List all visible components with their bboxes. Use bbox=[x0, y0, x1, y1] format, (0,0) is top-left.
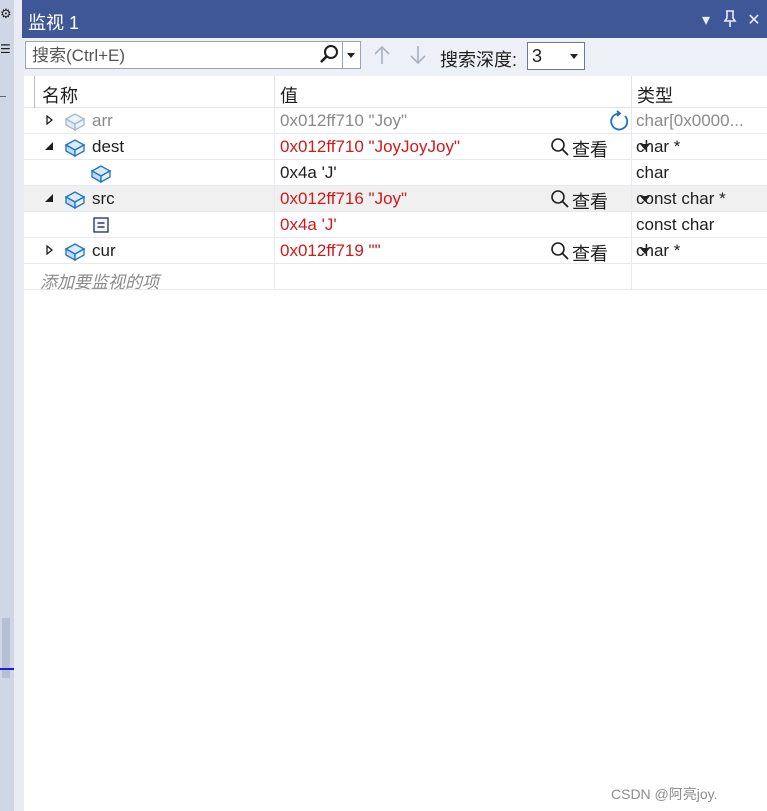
search-next-button[interactable] bbox=[407, 44, 429, 68]
view-button-label: 查看 bbox=[572, 140, 608, 160]
cell-divider bbox=[274, 160, 275, 185]
row-value[interactable]: 0x4a 'J' bbox=[280, 163, 337, 183]
row-type: char[0x0000... bbox=[636, 111, 744, 130]
row-type: char * bbox=[636, 241, 681, 260]
watch-row[interactable]: arr 0x012ff710 "Joy" char[0x0000... bbox=[24, 108, 767, 134]
search-depth-select[interactable]: 3 bbox=[527, 42, 585, 70]
row-value[interactable]: 0x012ff710 "JoyJoyJoy" bbox=[280, 137, 460, 157]
column-header-name[interactable]: 名称 bbox=[42, 82, 78, 108]
search-icon[interactable] bbox=[318, 44, 340, 66]
add-watch-placeholder[interactable]: 添加要监视的项 bbox=[40, 268, 159, 293]
watch-row[interactable]: 0x4a 'J' char bbox=[24, 160, 767, 186]
row-value[interactable]: 0x012ff716 "Joy" bbox=[280, 189, 407, 209]
variable-icon bbox=[64, 113, 86, 131]
cell-divider bbox=[274, 264, 275, 289]
window-menu-dropdown-icon[interactable]: ▾ bbox=[696, 10, 716, 30]
title-bar: 监视 1 ▾ ✕ bbox=[22, 0, 767, 38]
collapse-arrow-icon[interactable] bbox=[44, 141, 54, 151]
cell-divider bbox=[274, 212, 275, 237]
variable-icon bbox=[64, 243, 86, 261]
watch-row[interactable]: 0x4a 'J' const char bbox=[24, 212, 767, 238]
row-name: src bbox=[92, 189, 115, 208]
row-value[interactable]: 0x012ff710 "Joy" bbox=[280, 111, 407, 131]
view-button-label: 查看 bbox=[572, 244, 608, 264]
row-type: char bbox=[636, 163, 670, 182]
cell-divider bbox=[631, 134, 632, 159]
left-dock-strip: ⚙ ☰ bbox=[0, 0, 14, 811]
refresh-icon[interactable] bbox=[608, 110, 630, 132]
watch-row[interactable]: cur 0x012ff719 "" 查看 char * bbox=[24, 238, 767, 264]
header-edge bbox=[34, 76, 39, 108]
watermark: CSDN @阿亮joy. bbox=[611, 786, 718, 802]
cell-divider bbox=[274, 134, 275, 159]
expand-arrow-icon[interactable] bbox=[44, 115, 54, 125]
row-type: const char * bbox=[636, 189, 726, 208]
dock-marker bbox=[0, 96, 6, 97]
cell-divider bbox=[274, 186, 275, 211]
variable-icon bbox=[64, 191, 86, 209]
cell-divider bbox=[631, 108, 632, 133]
row-value[interactable]: 0x012ff719 "" bbox=[280, 241, 381, 261]
search-options-dropdown[interactable] bbox=[343, 41, 361, 69]
expand-arrow-icon[interactable] bbox=[44, 245, 54, 255]
search-box bbox=[25, 41, 343, 69]
cell-divider bbox=[274, 238, 275, 263]
search-depth-value: 3 bbox=[532, 46, 543, 66]
close-icon[interactable]: ✕ bbox=[744, 10, 764, 30]
column-divider[interactable] bbox=[274, 76, 275, 108]
cell-divider bbox=[631, 212, 632, 237]
magnifier-icon bbox=[551, 190, 569, 208]
watch-window: 监视 1 ▾ ✕ 搜索深度: 3 名称 bbox=[22, 0, 767, 811]
menu-lines-icon[interactable]: ☰ bbox=[0, 42, 11, 56]
window-title: 监视 1 bbox=[28, 13, 80, 33]
row-type: const char bbox=[636, 215, 715, 234]
chevron-down-icon bbox=[347, 53, 355, 58]
column-header-type[interactable]: 类型 bbox=[637, 82, 673, 108]
watch-grid: arr 0x012ff710 "Joy" char[0x0000... dest… bbox=[24, 108, 767, 293]
row-value[interactable]: 0x4a 'J' bbox=[280, 215, 337, 235]
search-depth-label: 搜索深度: bbox=[440, 50, 518, 70]
field-icon bbox=[93, 217, 109, 233]
row-name: dest bbox=[92, 137, 125, 156]
watch-toolbar: 搜索深度: 3 bbox=[24, 38, 767, 76]
view-button-label: 查看 bbox=[572, 192, 608, 212]
cell-divider bbox=[274, 108, 275, 133]
search-previous-button[interactable] bbox=[371, 44, 393, 68]
add-watch-row[interactable]: 添加要监视的项 bbox=[24, 264, 767, 293]
variable-icon bbox=[64, 139, 86, 157]
dock-accent-line bbox=[0, 668, 14, 670]
cell-divider bbox=[631, 186, 632, 211]
row-name: arr bbox=[92, 111, 113, 130]
watch-row[interactable]: src 0x012ff716 "Joy" 查看 const char * bbox=[24, 186, 767, 212]
gear-icon[interactable]: ⚙ bbox=[0, 6, 12, 22]
collapse-arrow-icon[interactable] bbox=[44, 193, 54, 203]
magnifier-icon bbox=[551, 242, 569, 260]
column-header-value[interactable]: 值 bbox=[280, 82, 298, 108]
pin-icon[interactable] bbox=[720, 10, 740, 32]
magnifier-icon bbox=[551, 138, 569, 156]
variable-icon bbox=[90, 165, 112, 183]
arrow-down-icon bbox=[410, 46, 426, 65]
chevron-down-icon bbox=[570, 54, 578, 59]
arrow-up-icon bbox=[374, 45, 390, 64]
cell-divider bbox=[631, 238, 632, 263]
cell-divider bbox=[631, 160, 632, 185]
row-type: char * bbox=[636, 137, 681, 156]
cell-divider bbox=[631, 264, 632, 289]
search-input[interactable] bbox=[30, 44, 314, 68]
column-divider[interactable] bbox=[631, 76, 632, 108]
row-name: cur bbox=[92, 241, 116, 260]
column-header-row: 名称 值 类型 bbox=[24, 76, 767, 108]
watch-row[interactable]: dest 0x012ff710 "JoyJoyJoy" 查看 char * bbox=[24, 134, 767, 160]
